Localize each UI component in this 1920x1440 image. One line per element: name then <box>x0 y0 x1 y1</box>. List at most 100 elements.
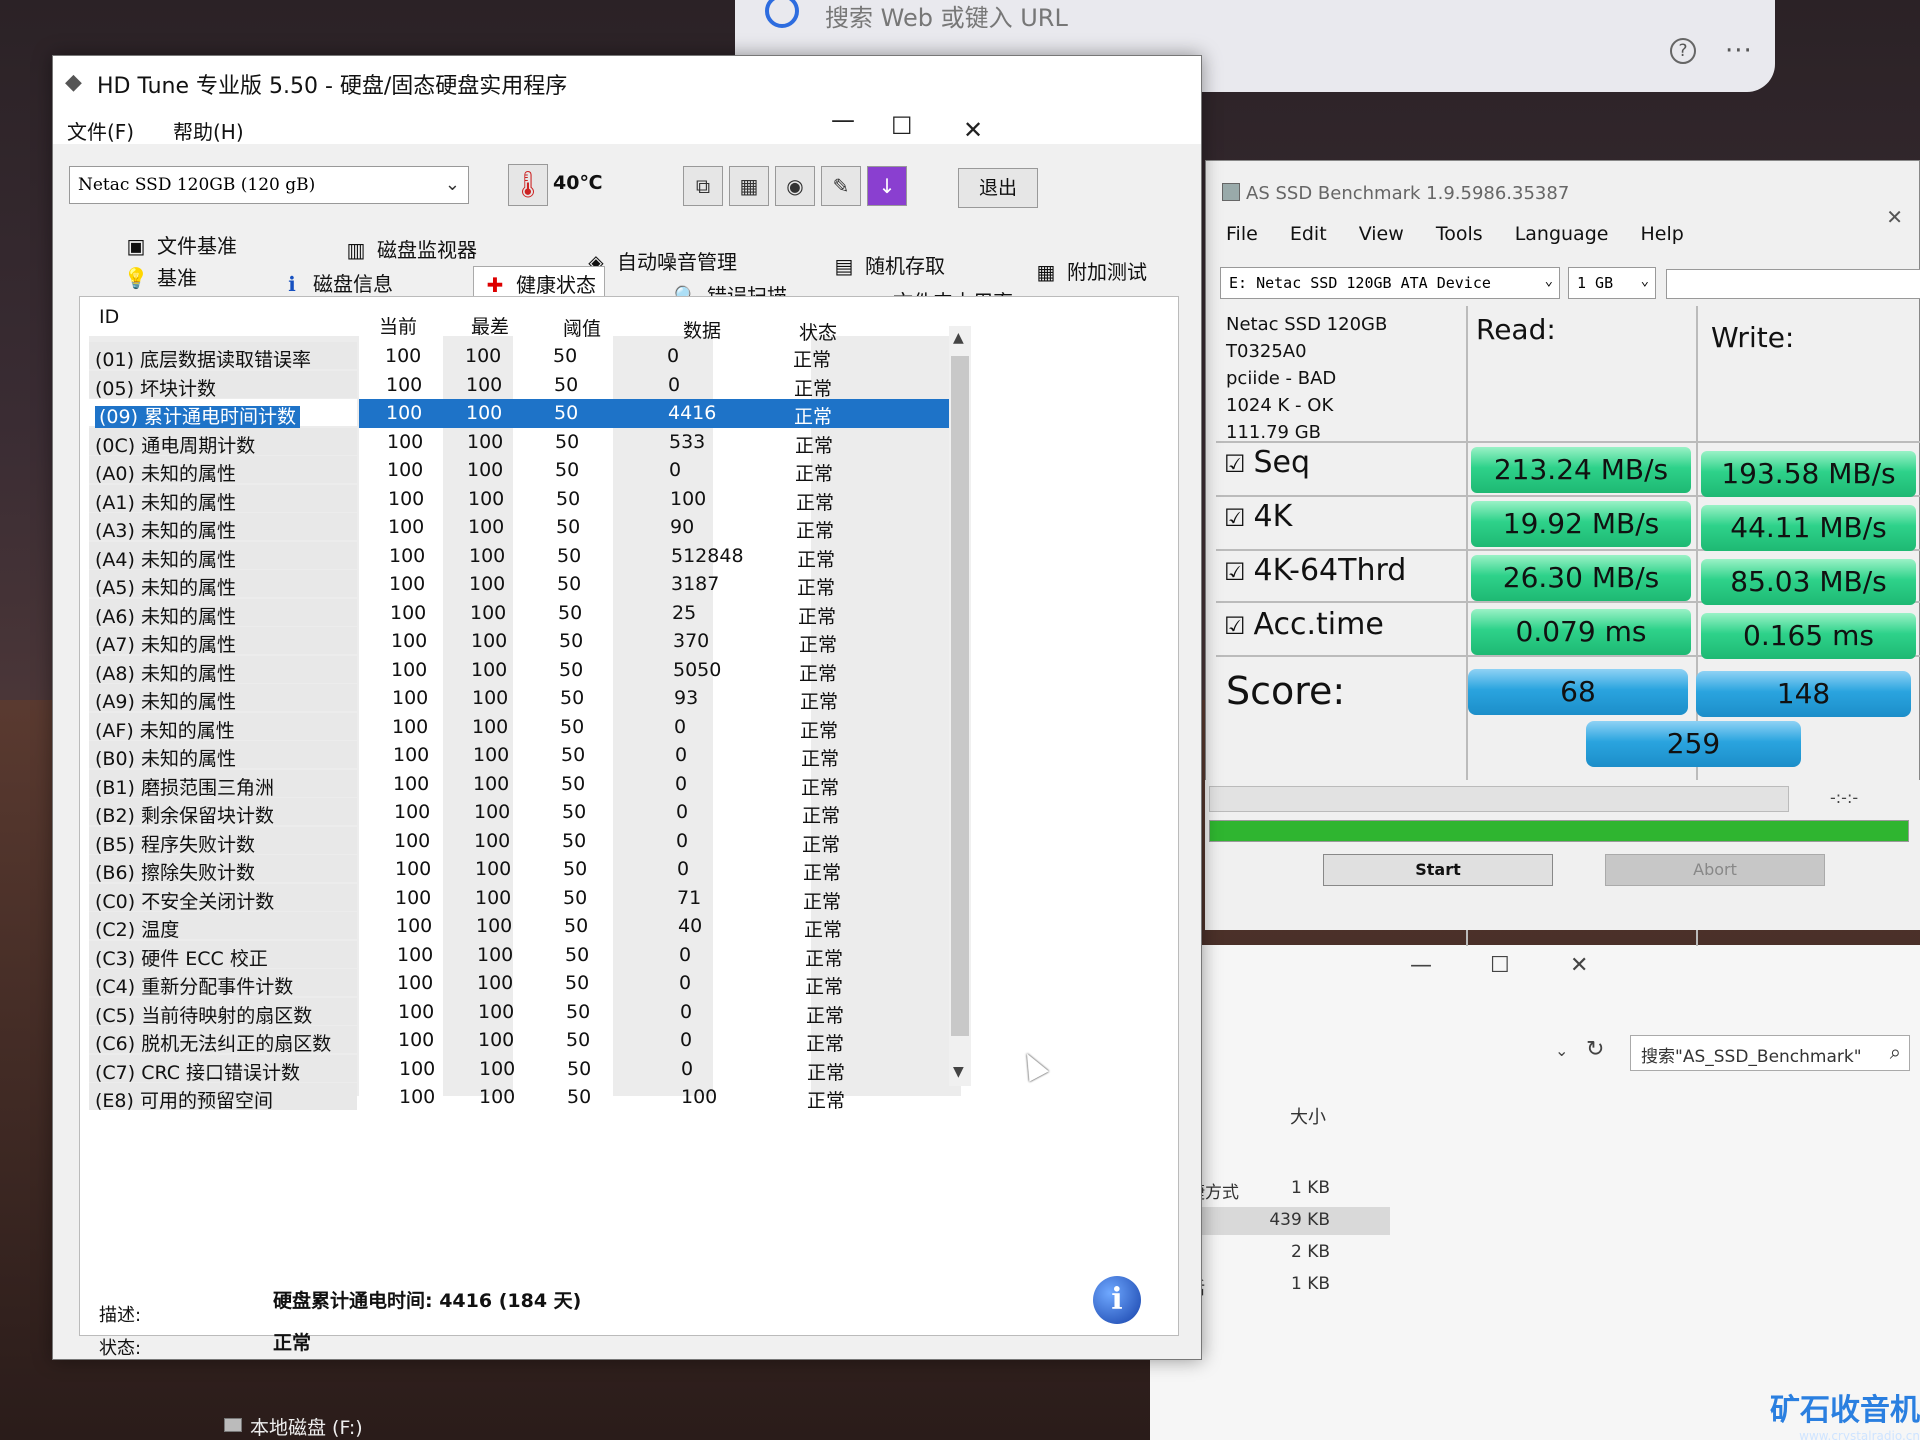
close-button[interactable]: ✕ <box>1570 953 1588 978</box>
tab-aam[interactable]: ◈ 自动噪音管理 <box>583 246 737 275</box>
table-row[interactable]: (09) 累计通电时间计数 100 100 50 4416 正常 <box>89 399 969 428</box>
table-row[interactable]: (A6) 未知的属性 100 100 50 25 正常 <box>89 598 969 628</box>
table-row[interactable]: (B6) 擦除失败计数 100 100 50 0 正常 <box>89 855 969 884</box>
table-cell-worst: 100 <box>478 1000 515 1023</box>
more-icon[interactable]: ··· <box>1725 36 1753 66</box>
maximize-button[interactable]: ☐ <box>1490 953 1510 978</box>
table-row[interactable]: (A5) 未知的属性 100 100 50 3187 正常 <box>89 570 969 599</box>
scrollbar-thumb[interactable] <box>951 356 969 1036</box>
seq-checkbox[interactable]: ☑ Seq <box>1224 445 1310 480</box>
device-select[interactable]: E: Netac SSD 120GB ATA Device ⌄ <box>1220 267 1560 299</box>
table-cell-id: (A7) 未知的属性 <box>89 627 357 656</box>
table-row[interactable]: (A7) 未知的属性 100 100 50 370 正常 <box>89 627 969 656</box>
acctime-checkbox[interactable]: ☑ Acc.time <box>1224 607 1384 642</box>
menu-file[interactable]: File <box>1226 223 1258 245</box>
abort-button[interactable]: Abort <box>1605 854 1825 886</box>
table-row[interactable]: (C0) 不安全关闭计数 100 100 50 71 正常 <box>89 883 969 913</box>
menu-view[interactable]: View <box>1359 223 1404 245</box>
local-disk-item[interactable]: 本地磁盘 (F:) <box>250 1413 363 1440</box>
table-cell-thr: 50 <box>566 1029 591 1051</box>
table-cell-id: (A5) 未知的属性 <box>89 570 357 599</box>
table-row[interactable]: (B1) 磨损范围三角洲 100 100 50 0 正常 <box>89 769 969 799</box>
minimize-button[interactable]: — <box>1410 953 1432 978</box>
help-icon[interactable]: ? <box>1670 38 1696 64</box>
close-button[interactable]: ✕ <box>963 116 983 144</box>
address-dropdown-icon[interactable]: ⌄ <box>1555 1041 1568 1060</box>
table-row[interactable]: (B0) 未知的属性 100 100 50 0 正常 <box>89 741 969 770</box>
options-icon[interactable]: ✎ <box>821 166 861 206</box>
tab-disk-monitor[interactable]: ▥ 磁盘监视器 <box>343 234 477 263</box>
tab-disk-info[interactable]: ℹ 磁盘信息 <box>279 268 393 297</box>
minimize-button[interactable]: — <box>831 106 855 134</box>
watermark-url: www.crystalradio.cn <box>1799 1429 1920 1440</box>
copy-icon[interactable]: ⧉ <box>683 166 723 206</box>
table-row[interactable]: (C3) 硬件 ECC 校正 100 100 50 0 正常 <box>89 940 969 970</box>
4k-read-value: 19.92 MB/s <box>1471 501 1691 547</box>
maximize-button[interactable]: ☐ <box>891 112 913 140</box>
table-row[interactable]: (E8) 可用的预留空间 100 100 50 100 正常 <box>89 1083 969 1112</box>
table-row[interactable]: (A3) 未知的属性 100 100 50 90 正常 <box>89 513 969 542</box>
scroll-up-icon[interactable]: ▲ <box>953 330 964 346</box>
tab-random-access[interactable]: ▤ 随机存取 <box>831 250 945 279</box>
column-header-size[interactable]: 大小 <box>1290 1103 1326 1129</box>
4k-checkbox[interactable]: ☑ 4K <box>1224 499 1292 534</box>
column-header-worst[interactable]: 最差 <box>471 312 509 339</box>
tab-extra-tests[interactable]: ▦ 附加测试 <box>1033 256 1147 285</box>
camera-icon[interactable]: ◉ <box>775 166 815 206</box>
menu-help[interactable]: 帮助(H) <box>173 116 244 145</box>
table-row[interactable]: (C2) 温度 100 100 50 40 正常 <box>89 912 969 941</box>
table-row[interactable]: (C4) 重新分配事件计数 100 100 50 0 正常 <box>89 969 969 998</box>
menu-tools[interactable]: Tools <box>1436 223 1483 245</box>
close-button[interactable]: ✕ <box>1886 205 1903 229</box>
table-row[interactable]: (B5) 程序失败计数 100 100 50 0 正常 <box>89 826 969 856</box>
drive-icon <box>224 1418 242 1432</box>
table-row[interactable]: (A9) 未知的属性 100 100 50 93 正常 <box>89 684 969 713</box>
refresh-icon[interactable]: ↻ <box>1586 1037 1604 1062</box>
table-row[interactable]: (A8) 未知的属性 100 100 50 5050 正常 <box>89 655 969 685</box>
drive-select[interactable]: Netac SSD 120GB (120 gB) ⌄ <box>69 166 469 204</box>
table-cell-data: 0 <box>676 829 689 852</box>
table-cell-status: 正常 <box>796 491 835 514</box>
table-row[interactable]: (A4) 未知的属性 100 100 50 512848 正常 <box>89 541 969 571</box>
scroll-down-icon[interactable]: ▼ <box>953 1064 964 1080</box>
info-icon: ℹ <box>288 272 296 296</box>
column-header-threshold[interactable]: 阈值 <box>563 314 601 341</box>
address-placeholder[interactable]: 搜索 Web 或键入 URL <box>825 0 1068 33</box>
tab-health[interactable]: ✚ 健康状态 <box>473 266 605 300</box>
search-icon[interactable]: ⌕ <box>1890 1040 1901 1064</box>
table-row[interactable]: (B2) 剩余保留块计数 100 100 50 0 正常 <box>89 798 969 827</box>
tab-file-benchmark[interactable]: ▣ 文件基准 <box>123 230 237 259</box>
table-row[interactable]: (C6) 脱机无法纠正的扇区数 100 100 50 0 正常 <box>89 1026 969 1055</box>
scrollbar[interactable]: ▲ ▼ <box>949 326 971 1086</box>
4k64-checkbox[interactable]: ☑ 4K-64Thrd <box>1224 553 1406 588</box>
table-cell-worst: 100 <box>476 915 513 937</box>
table-cell-id: (C0) 不安全关闭计数 <box>89 883 357 913</box>
table-row[interactable]: (AF) 未知的属性 100 100 50 0 正常 <box>89 712 969 742</box>
column-header-id[interactable]: ID <box>99 306 119 328</box>
search-input[interactable]: 搜索"AS_SSD_Benchmark" ⌕ <box>1630 1035 1910 1071</box>
info-button[interactable]: i <box>1093 1276 1141 1324</box>
menu-language[interactable]: Language <box>1515 223 1609 245</box>
chevron-down-icon: ⌄ <box>1544 273 1553 289</box>
test-size-select[interactable]: 1 GB ⌄ <box>1568 267 1656 299</box>
table-row[interactable]: (C7) CRC 接口错误计数 100 100 50 0 正常 <box>89 1054 969 1084</box>
exit-button[interactable]: 退出 <box>958 168 1038 208</box>
copy-all-icon[interactable]: ▦ <box>729 166 769 206</box>
table-cell-worst: 100 <box>468 487 505 510</box>
save-icon[interactable]: ↓ <box>867 166 907 206</box>
table-row[interactable]: (01) 底层数据读取错误率 100 100 50 0 正常 <box>89 342 969 371</box>
column-header-current[interactable]: 当前 <box>379 312 417 339</box>
table-row[interactable]: (A1) 未知的属性 100 100 50 100 正常 <box>89 484 969 514</box>
tab-benchmark[interactable]: 💡 基准 <box>123 262 197 291</box>
start-button[interactable]: Start <box>1323 854 1553 886</box>
table-cell-status: 正常 <box>794 406 833 428</box>
table-row[interactable]: (C5) 当前待映射的扇区数 100 100 50 0 正常 <box>89 997 969 1027</box>
table-row[interactable]: (0C) 通电周期计数 100 100 50 533 正常 <box>89 427 969 457</box>
menu-edit[interactable]: Edit <box>1290 223 1327 245</box>
table-row[interactable]: (A0) 未知的属性 100 100 50 0 正常 <box>89 456 969 485</box>
column-header-data[interactable]: 数据 <box>683 316 721 343</box>
table-row[interactable]: (05) 坏块计数 100 100 50 0 正常 <box>89 370 969 400</box>
column-header-status[interactable]: 状态 <box>799 318 837 345</box>
menu-file[interactable]: 文件(F) <box>67 116 134 145</box>
menu-help[interactable]: Help <box>1641 223 1684 245</box>
